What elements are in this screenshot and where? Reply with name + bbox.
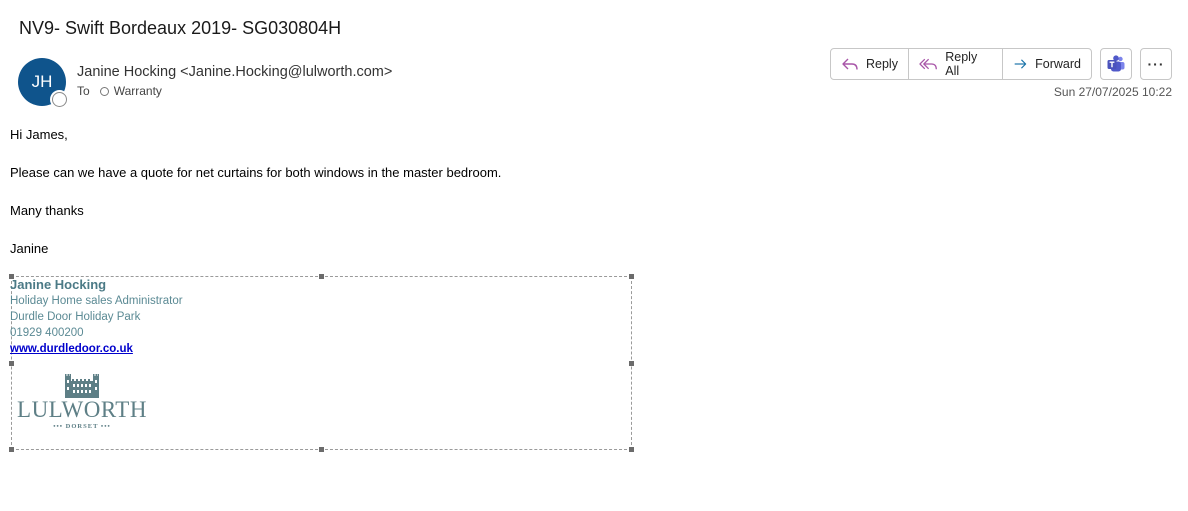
- recipient-status-icon: [99, 86, 109, 96]
- more-actions-button[interactable]: ···: [1140, 48, 1172, 80]
- sent-datetime: Sun 27/07/2025 10:22: [1053, 85, 1172, 99]
- more-icon: ···: [1147, 56, 1165, 72]
- reply-button[interactable]: Reply: [831, 49, 908, 79]
- forward-button[interactable]: Forward: [1002, 49, 1091, 79]
- body-sign-off: Janine: [10, 241, 49, 256]
- reply-all-button[interactable]: Reply All: [908, 49, 1002, 79]
- logo-subtext: ••• DORSET •••: [53, 423, 111, 430]
- resize-handle[interactable]: [629, 274, 634, 279]
- teams-chat-button[interactable]: [1100, 48, 1132, 80]
- to-label: To: [77, 84, 90, 98]
- body-message: Please can we have a quote for net curta…: [10, 165, 502, 180]
- forward-icon: [1014, 59, 1027, 69]
- reply-label: Reply: [866, 57, 898, 71]
- signature-website-link[interactable]: www.durdledoor.co.uk: [10, 343, 133, 355]
- signature-title: Holiday Home sales Administrator: [10, 295, 183, 307]
- reply-icon: [842, 58, 858, 70]
- email-subject: NV9- Swift Bordeaux 2019- SG030804H: [19, 18, 342, 38]
- resize-handle[interactable]: [319, 274, 324, 279]
- reply-all-icon: [919, 58, 937, 70]
- signature-name: Janine Hocking: [10, 277, 107, 292]
- resize-handle[interactable]: [319, 447, 324, 452]
- signature-phone: 01929 400200: [10, 327, 84, 339]
- presence-status-icon: [52, 92, 67, 107]
- signature-park: Durdle Door Holiday Park: [10, 311, 141, 323]
- recipients-line: To Warranty: [77, 84, 162, 98]
- castle-icon: [65, 374, 99, 398]
- body-greeting: Hi James,: [10, 127, 68, 142]
- logo-text: LULWORTH: [17, 397, 147, 422]
- teams-icon: [1107, 55, 1125, 72]
- message-actions: Reply Reply All Forward: [830, 48, 1092, 80]
- reply-all-label: Reply All: [945, 50, 978, 78]
- resize-handle[interactable]: [629, 447, 634, 452]
- resize-handle[interactable]: [629, 361, 634, 366]
- resize-handle[interactable]: [9, 361, 14, 366]
- lulworth-logo: LULWORTH ••• DORSET •••: [10, 372, 154, 432]
- resize-handle[interactable]: [9, 447, 14, 452]
- recipient-name[interactable]: Warranty: [114, 84, 162, 98]
- body-closing: Many thanks: [10, 203, 84, 218]
- sender-name[interactable]: Janine Hocking <Janine.Hocking@lulworth.…: [77, 64, 392, 80]
- forward-label: Forward: [1035, 57, 1081, 71]
